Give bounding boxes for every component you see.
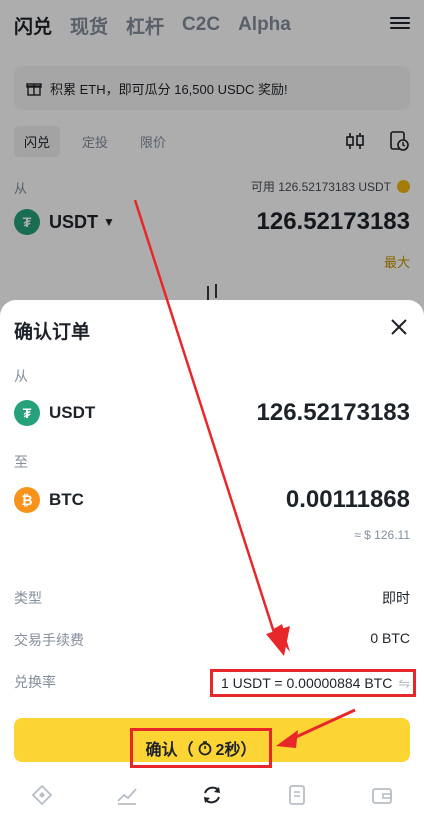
approx-usd-value: ≈ $ 126.11 [354, 528, 410, 542]
futures-icon[interactable] [285, 783, 309, 807]
rate-value: 1 USDT = 0.00000884 BTC [221, 675, 393, 691]
from-amount: 126.52173183 [256, 399, 411, 426]
countdown-text: 2秒） [215, 742, 257, 759]
type-key: 类型 [14, 590, 42, 606]
modal-to-row: ₿ BTC 0.00111868 [14, 486, 410, 513]
from-coin-name: USDT [49, 403, 96, 422]
timer-icon [198, 741, 211, 756]
fee-key: 交易手续费 [14, 632, 84, 648]
confirm-order-sheet: 确认订单 从 ₮ USDT 126.52173183 至 ₿ BTC 0.001… [0, 300, 424, 814]
home-icon[interactable] [30, 783, 54, 807]
confirm-button-label[interactable]: 确认（ 2秒） [130, 728, 272, 768]
exchange-rate-highlight[interactable]: 1 USDT = 0.00000884 BTC ⇋ [210, 669, 416, 697]
swap-rate-icon[interactable]: ⇋ [398, 675, 410, 692]
bottom-navigation [0, 776, 424, 814]
exchange-page: 闪兑 现货 杠杆 C2C Alpha 积累 ETH，即可瓜分 16,500 US… [0, 0, 424, 814]
info-row-fee: 交易手续费 0 BTC [14, 630, 410, 650]
rate-key: 兑换率 [14, 674, 56, 690]
type-value: 即时 [382, 590, 410, 606]
modal-title: 确认订单 [14, 322, 91, 343]
wallet-icon[interactable] [370, 783, 394, 807]
close-icon[interactable] [390, 318, 408, 336]
confirm-text: 确认（ [145, 742, 194, 759]
to-label: 至 [14, 454, 28, 470]
to-amount: 0.00111868 [285, 486, 410, 513]
from-label: 从 [14, 368, 28, 384]
usdt-coin-icon: ₮ [14, 400, 40, 426]
to-coin-name: BTC [49, 490, 84, 509]
trade-icon[interactable] [200, 783, 224, 807]
modal-from-row: ₮ USDT 126.52173183 [14, 399, 411, 426]
info-row-type: 类型 即时 [14, 588, 410, 608]
btc-coin-icon: ₿ [14, 487, 40, 513]
fee-value: 0 BTC [370, 630, 410, 646]
markets-icon[interactable] [115, 783, 139, 807]
